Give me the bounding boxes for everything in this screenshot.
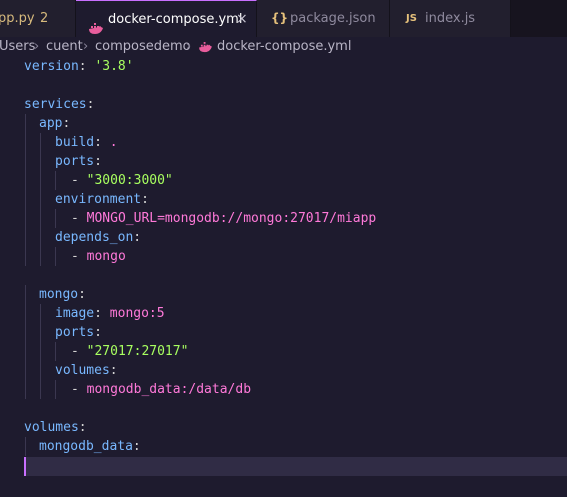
indent-guide — [55, 247, 56, 266]
breadcrumb-item[interactable]: docker-compose.yml — [217, 37, 351, 57]
indent-guide — [25, 114, 26, 266]
code-line: - MONGO_URL=mongodb://mongo:27017/miapp — [71, 211, 377, 226]
tab-package-json[interactable]: {} package.json — [257, 0, 390, 37]
json-braces-icon: {} — [271, 11, 289, 25]
tab-docker-compose[interactable]: docker-compose.yml × — [76, 0, 257, 37]
code-line: - "3000:3000" — [71, 173, 173, 188]
indent-guide — [40, 133, 41, 266]
indent-guide — [40, 304, 41, 399]
indent-guide — [55, 342, 56, 361]
js-file-icon: JS — [406, 13, 417, 24]
code-line: ports: — [55, 325, 102, 340]
breadcrumb-item[interactable]: Users — [0, 37, 35, 57]
chevron-right-icon: › — [34, 39, 40, 54]
indent-guide — [25, 437, 26, 456]
code-line: version: '3.8' — [24, 59, 134, 74]
code-line: build: . — [55, 135, 118, 150]
breadcrumb-item[interactable]: cuent — [46, 37, 83, 57]
current-line-highlight — [24, 457, 567, 476]
code-line: image: mongo:5 — [55, 306, 165, 321]
breadcrumb: Users › cuent › composedemo › docker-com… — [0, 37, 567, 57]
problems-count-badge: 2 — [40, 11, 49, 26]
tab-label: package.json — [290, 11, 376, 26]
code-line: depends_on: — [55, 230, 142, 245]
indent-guide — [55, 380, 56, 399]
close-icon[interactable]: × — [236, 1, 248, 37]
tab-app-py[interactable]: pp.py 2 — [0, 0, 76, 37]
code-line: environment: — [55, 192, 149, 207]
code-line: - "27017:27017" — [71, 344, 189, 359]
indent-guide — [25, 285, 26, 399]
indent-guide — [55, 209, 56, 228]
code-line: services: — [24, 97, 95, 112]
indent-guide — [55, 171, 56, 190]
code-line: - mongodb_data:/data/db — [71, 382, 252, 397]
chevron-right-icon: › — [83, 39, 89, 54]
code-editor[interactable]: version: '3.8' services: app: build: . p… — [0, 57, 567, 497]
tab-bar: pp.py 2 docker-compose.yml × {} package.… — [0, 0, 567, 37]
code-line: app: — [39, 116, 71, 131]
code-line: volumes: — [55, 363, 118, 378]
code-line: mongo: — [39, 287, 86, 302]
breadcrumb-item[interactable]: composedemo — [95, 37, 191, 57]
chevron-right-icon: › — [186, 39, 192, 54]
tab-label: index.js — [425, 11, 476, 26]
code-line: ports: — [55, 154, 102, 169]
code-line: volumes: — [24, 420, 87, 435]
tab-index-js[interactable]: JS index.js — [390, 0, 511, 37]
tab-label: pp.py — [0, 11, 35, 26]
code-line: mongodb_data: — [39, 439, 141, 454]
docker-whale-icon — [88, 13, 104, 37]
text-cursor — [24, 457, 26, 476]
tab-label: docker-compose.yml — [108, 12, 243, 27]
code-line: - mongo — [71, 249, 126, 264]
